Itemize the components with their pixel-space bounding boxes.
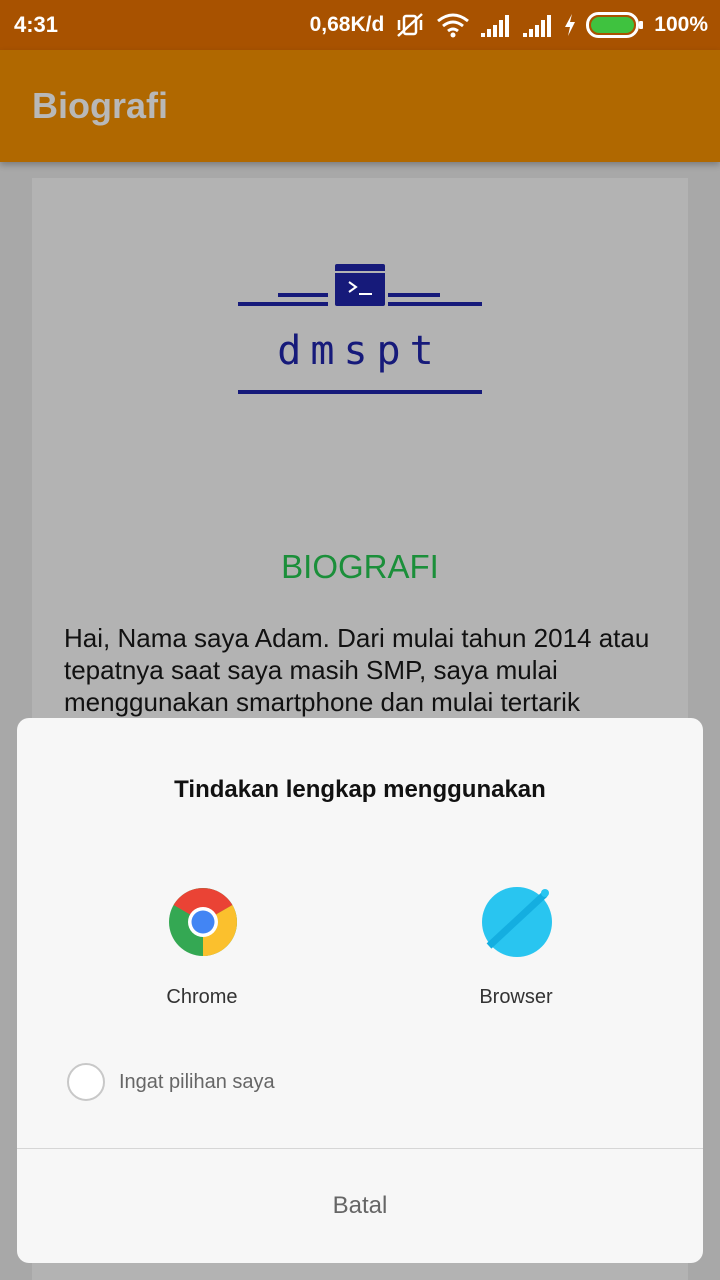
browser-icon — [481, 886, 553, 958]
remember-choice[interactable]: Ingat pilihan saya — [67, 1062, 275, 1102]
remember-radio[interactable] — [67, 1063, 105, 1101]
dmspt-logo: dmspt — [238, 262, 482, 394]
chrome-option[interactable]: Chrome — [92, 886, 312, 1016]
cancel-button[interactable]: Batal — [17, 1149, 703, 1263]
signal-icon — [522, 13, 554, 37]
app-chooser-dialog: Tindakan lengkap menggunakan Chrome Brow… — [17, 718, 703, 1263]
app-title: Biografi — [32, 85, 169, 126]
browser-label: Browser — [479, 986, 553, 1008]
bio-heading: BIOGRAFI — [281, 548, 439, 585]
dialog-title: Tindakan lengkap menggunakan — [174, 776, 546, 803]
browser-option[interactable]: Browser — [406, 886, 626, 1016]
status-icons: 0,68K/d 100% — [310, 10, 708, 40]
battery-level — [591, 17, 635, 33]
charging-icon — [564, 14, 576, 36]
app-bar: Biografi — [0, 50, 720, 162]
vibrate-off-icon — [394, 11, 426, 39]
remember-label: Ingat pilihan saya — [119, 1070, 275, 1093]
network-speed: 0,68K/d — [309, 13, 385, 36]
wifi-icon — [436, 12, 470, 38]
battery-icon — [586, 12, 644, 38]
status-bar: 4:31 0,68K/d 100% — [0, 0, 720, 50]
signal-icon — [480, 13, 512, 37]
status-time: 4:31 — [14, 12, 59, 37]
chrome-icon — [167, 886, 239, 958]
chrome-label: Chrome — [166, 986, 238, 1008]
logo-text: dmspt — [277, 328, 442, 374]
bio-paragraph: Hai, Nama saya Adam. Dari mulai tahun 20… — [64, 623, 650, 717]
battery-percent: 100% — [654, 13, 708, 36]
